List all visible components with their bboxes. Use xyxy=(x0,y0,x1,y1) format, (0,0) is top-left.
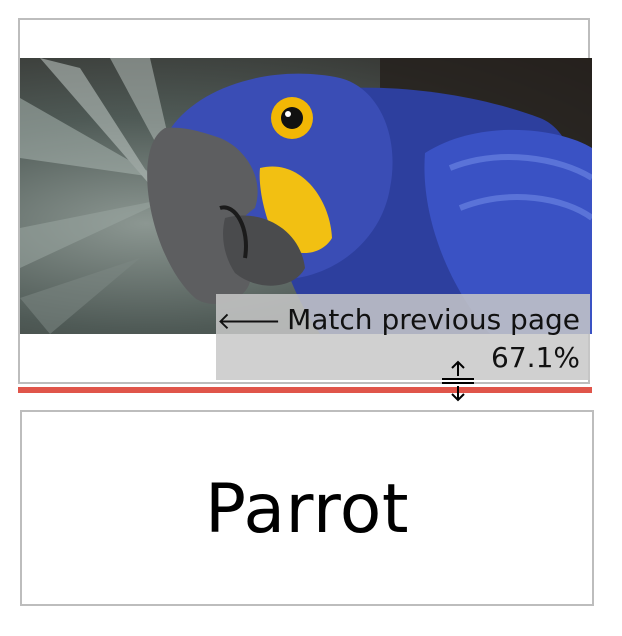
resize-vertical-icon xyxy=(442,360,474,402)
match-overlay: 🡐 Match previous page 67.1% xyxy=(216,294,590,380)
parrot-image xyxy=(20,58,592,334)
page-divider xyxy=(18,380,592,393)
match-label: Match previous page xyxy=(287,303,580,336)
resize-handle[interactable] xyxy=(440,360,476,402)
overlap-percentage: 67.1% xyxy=(491,341,580,374)
match-previous-page-button[interactable]: 🡐 Match previous page xyxy=(216,302,580,339)
parrot-illustration xyxy=(20,58,592,334)
page-title: Parrot xyxy=(204,469,410,549)
current-page: Parrot xyxy=(20,410,594,606)
arrow-left-icon: 🡐 xyxy=(216,307,282,335)
